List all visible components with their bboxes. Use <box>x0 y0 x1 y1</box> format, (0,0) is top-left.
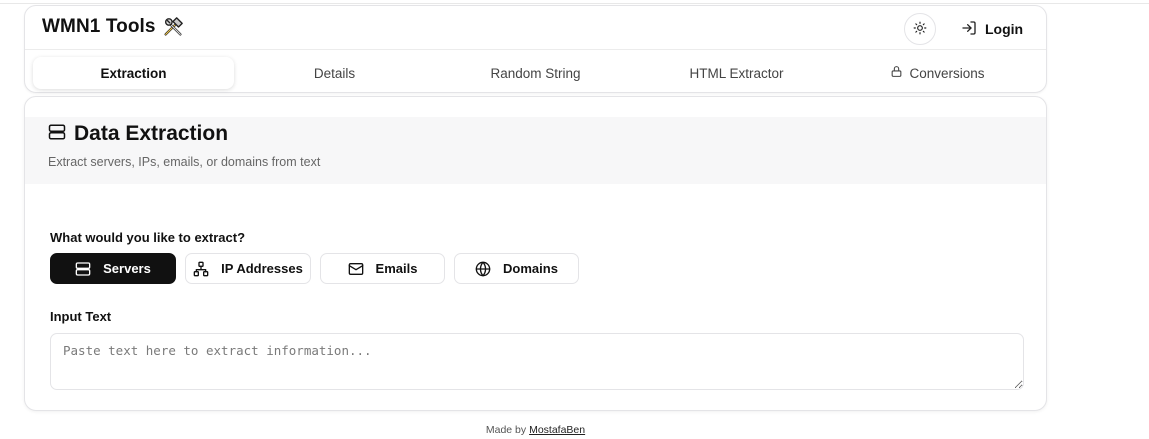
input-text-label: Input Text <box>50 309 112 324</box>
globe-icon <box>475 261 491 277</box>
option-ip-addresses[interactable]: IP Addresses <box>185 253 311 284</box>
server-icon <box>75 261 91 277</box>
option-label: Emails <box>375 261 418 276</box>
tab-html-extractor[interactable]: HTML Extractor <box>636 57 837 89</box>
footer-prefix: Made by <box>485 424 527 436</box>
mail-icon <box>348 261 364 277</box>
option-label: Servers <box>103 261 151 276</box>
card-title: Data Extraction <box>74 122 229 145</box>
option-label: IP Addresses <box>221 261 303 276</box>
author-link[interactable]: MostafaBen <box>529 424 585 436</box>
tab-label: Random String <box>490 65 581 81</box>
login-label: Login <box>985 21 1024 37</box>
card-subtitle: Extract servers, IPs, emails, or domains… <box>48 155 321 169</box>
extract-options: Servers IP Addresses Emails Domains <box>50 253 579 284</box>
network-icon <box>193 261 209 277</box>
tab-bar: Extraction Details Random String HTML Ex… <box>33 57 1038 89</box>
card-header: Data Extraction Extract servers, IPs, em… <box>25 117 1046 184</box>
header: WMN1 Tools Login Extraction Details Rand… <box>24 5 1047 93</box>
brand[interactable]: WMN1 Tools <box>42 16 184 38</box>
tab-label: Extraction <box>100 65 167 81</box>
option-domains[interactable]: Domains <box>454 253 579 284</box>
brand-row: WMN1 Tools Login <box>25 6 1046 50</box>
login-button[interactable]: Login <box>955 16 1029 42</box>
log-in-icon <box>961 20 977 39</box>
footer: Made by MostafaBen <box>0 424 1071 436</box>
option-label: Domains <box>503 261 558 276</box>
option-emails[interactable]: Emails <box>320 253 445 284</box>
card-title-row: Data Extraction <box>48 122 228 146</box>
sun-icon <box>913 21 927 38</box>
tab-label: Conversions <box>909 65 985 81</box>
extract-question: What would you like to extract? <box>50 230 246 245</box>
app-title: WMN1 Tools <box>42 16 156 37</box>
option-servers[interactable]: Servers <box>50 253 176 284</box>
tab-conversions[interactable]: Conversions <box>837 57 1038 89</box>
hammer-wrench-icon <box>162 16 184 38</box>
top-divider <box>0 3 1149 4</box>
theme-toggle-button[interactable] <box>904 13 936 45</box>
server-icon <box>48 123 66 146</box>
tab-label: HTML Extractor <box>689 65 784 81</box>
tab-extraction[interactable]: Extraction <box>33 57 234 89</box>
lock-icon <box>890 65 903 81</box>
tab-details[interactable]: Details <box>234 57 435 89</box>
input-text-field[interactable] <box>50 333 1024 390</box>
tab-label: Details <box>313 65 356 81</box>
tab-random-string[interactable]: Random String <box>435 57 636 89</box>
extraction-card: Data Extraction Extract servers, IPs, em… <box>24 96 1047 411</box>
